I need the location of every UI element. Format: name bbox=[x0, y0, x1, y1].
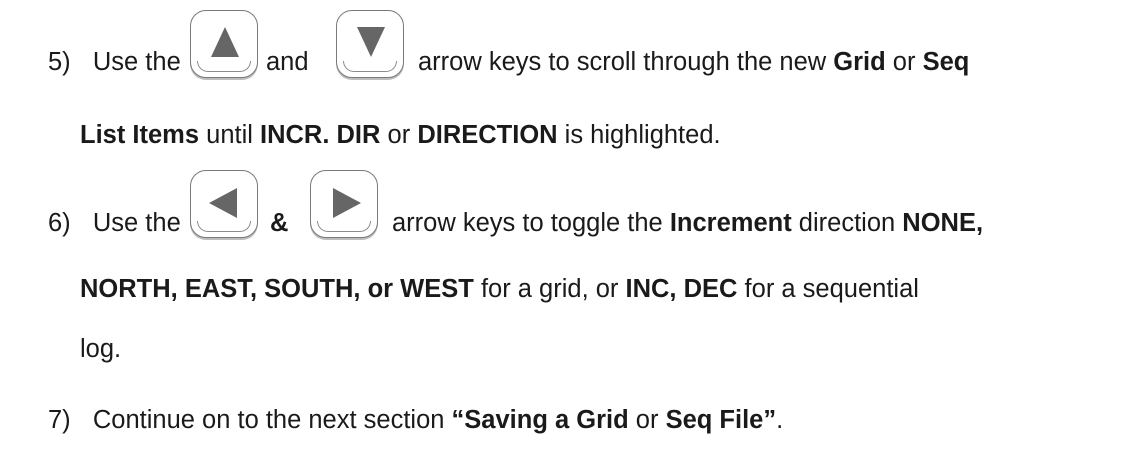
step-7-seq-file: Seq File” bbox=[665, 406, 777, 434]
step-5-and-text: and bbox=[266, 48, 309, 76]
step-5-direction: DIRECTION bbox=[417, 121, 558, 149]
step-5-number: 5) bbox=[48, 48, 71, 76]
step-6-number: 6) bbox=[48, 209, 71, 237]
step-6-rest-text: arrow keys to toggle the bbox=[392, 209, 663, 237]
step-5-line-1-rest: arrow keys to scroll through the new Gri… bbox=[418, 47, 969, 77]
right-arrow-key-icon bbox=[310, 170, 378, 238]
step-6-amp: & bbox=[270, 208, 288, 238]
step-6-inc-dec: INC, DEC bbox=[625, 275, 738, 303]
step-7-text: Continue on to the next section bbox=[92, 406, 445, 434]
step-6-directions: NORTH, EAST, SOUTH, or WEST bbox=[80, 275, 474, 303]
step-7-period: . bbox=[776, 406, 784, 434]
step-5-line-2: List Items until INCR. DIR or DIRECTION … bbox=[80, 120, 721, 150]
step-5-until: until bbox=[206, 121, 253, 149]
step-6-line-1: 6) Use the bbox=[48, 208, 181, 238]
step-7-number: 7) bbox=[48, 406, 71, 434]
step-5-seq: Seq bbox=[922, 48, 970, 76]
step-6-use-the: Use the bbox=[92, 209, 181, 237]
step-6-for-grid: for a grid, or bbox=[480, 275, 619, 303]
step-5-list-items: List Items bbox=[80, 121, 200, 149]
step-6-log: log. bbox=[80, 335, 122, 363]
step-6-line-3: log. bbox=[80, 334, 121, 364]
step-5-rest-text: arrow keys to scroll through the new bbox=[418, 48, 827, 76]
left-arrow-key-icon bbox=[190, 170, 258, 238]
step-6-ampersand: & bbox=[270, 209, 289, 237]
step-5-grid: Grid bbox=[833, 48, 886, 76]
step-6-line-1-rest: arrow keys to toggle the Increment direc… bbox=[392, 208, 983, 238]
step-5-and: and bbox=[266, 47, 309, 77]
step-5-or-2: or bbox=[387, 121, 411, 149]
step-5-or: or bbox=[892, 48, 916, 76]
step-7-saving-a-grid: “Saving a Grid bbox=[451, 406, 629, 434]
step-5-use-the: Use the bbox=[92, 48, 181, 76]
up-arrow-key-icon bbox=[190, 10, 258, 78]
step-7-line: 7) Continue on to the next section “Savi… bbox=[48, 405, 783, 435]
step-5-line-1: 5) Use the bbox=[48, 47, 181, 77]
step-6-for-seq: for a sequential bbox=[744, 275, 919, 303]
step-6-increment: Increment bbox=[669, 209, 792, 237]
step-7-or: or bbox=[635, 406, 659, 434]
step-6-none: NONE, bbox=[902, 209, 984, 237]
step-6-line-2: NORTH, EAST, SOUTH, or WEST for a grid, … bbox=[80, 274, 919, 304]
step-5-is-highlighted: is highlighted. bbox=[564, 121, 721, 149]
down-arrow-key-icon bbox=[336, 10, 404, 78]
step-6-direction-word: direction bbox=[798, 209, 896, 237]
step-5-incr-dir: INCR. DIR bbox=[260, 121, 381, 149]
